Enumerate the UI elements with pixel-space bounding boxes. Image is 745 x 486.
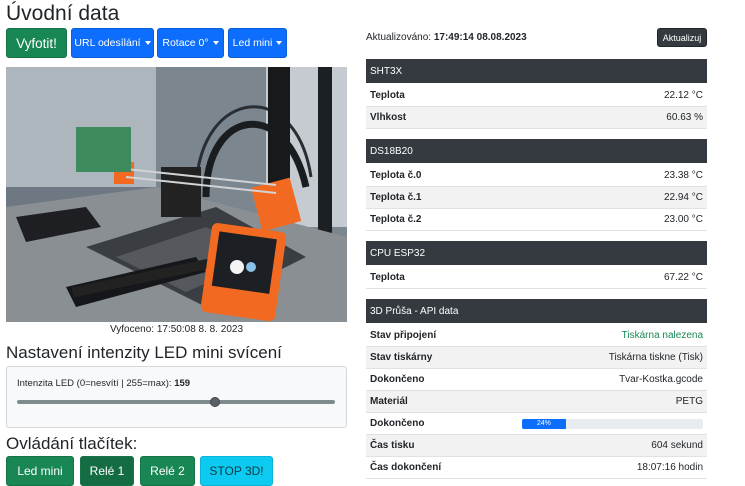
refresh-button[interactable]: Aktualizuj bbox=[657, 28, 707, 47]
printer-status-extra: (Tisk) bbox=[678, 352, 703, 363]
table-row: Teplota 22.12 °C bbox=[366, 85, 707, 107]
file-name: Tvar-Kostka.gcode bbox=[619, 374, 703, 385]
printer-photo bbox=[6, 67, 347, 322]
sensor-value: 22.12 °C bbox=[663, 90, 703, 101]
table-row: Čas tisku 604 sekund bbox=[366, 435, 707, 457]
table-row: Čas dokončení 18:07:16 hodin bbox=[366, 457, 707, 479]
url-send-dropdown[interactable]: URL odesílání bbox=[71, 28, 154, 58]
led-intensity-label: Intenzita LED (0=nesvítí | 255=max): 159 bbox=[17, 378, 190, 389]
print-time: 604 sekund bbox=[651, 440, 703, 451]
sensor-value: 22.94 °C bbox=[663, 192, 703, 203]
table-row: Teplota č.1 22.94 °C bbox=[366, 187, 707, 209]
rotation-label: Rotace 0° bbox=[162, 37, 209, 49]
ds18b20-table-header: DS18B20 bbox=[366, 139, 707, 163]
last-updated-label: Aktualizováno: bbox=[366, 32, 432, 43]
sht3x-table-header: SHT3X bbox=[366, 59, 707, 83]
stop-3d-button[interactable]: STOP 3D! bbox=[200, 456, 273, 486]
printer-status: Tiskárna tiskne (Tisk) bbox=[609, 352, 703, 363]
status-label: Čas tisku bbox=[370, 440, 415, 451]
status-label: Stav tiskárny bbox=[370, 352, 433, 363]
table-row: Vlhkost 60.63 % bbox=[366, 107, 707, 129]
button-controls-heading: Ovládání tlačítek: bbox=[6, 434, 138, 453]
finish-time: 18:07:16 hodin bbox=[636, 462, 703, 473]
led-intensity-slider-thumb[interactable] bbox=[210, 397, 221, 407]
page-title: Úvodní data bbox=[6, 2, 120, 25]
camera-snapshot bbox=[6, 67, 347, 322]
last-updated-value: 17:49:14 08.08.2023 bbox=[433, 32, 527, 43]
relay-2-button[interactable]: Relé 2 bbox=[140, 456, 195, 486]
table-row: Dokončeno 24% bbox=[366, 413, 707, 435]
last-updated: Aktualizováno: 17:49:14 08.08.2023 bbox=[366, 32, 527, 43]
status-label: Čas dokončení bbox=[370, 462, 442, 473]
table-row: Dokončeno Tvar-Kostka.gcode bbox=[366, 369, 707, 391]
snapshot-caption: Vyfoceno: 17:50:08 8. 8. 2023 bbox=[109, 324, 244, 335]
sensor-value: 67.22 °C bbox=[663, 272, 703, 283]
led-mini-dropdown[interactable]: Led mini bbox=[228, 28, 287, 58]
led-intensity-slider[interactable] bbox=[17, 400, 335, 404]
connection-status: Tiskárna nalezena bbox=[621, 330, 703, 341]
table-row: Stav tiskárny Tiskárna tiskne (Tisk) bbox=[366, 347, 707, 369]
material: PETG bbox=[675, 396, 703, 407]
caret-down-icon bbox=[276, 41, 283, 45]
led-intensity-panel: Intenzita LED (0=nesvítí | 255=max): 159 bbox=[6, 366, 347, 428]
status-label: Stav připojení bbox=[370, 330, 437, 341]
print-progress-bar: 24% bbox=[522, 418, 566, 429]
table-row: Teplota č.2 23.00 °C bbox=[366, 209, 707, 231]
sensor-value: 60.63 % bbox=[666, 112, 703, 123]
led-mini-toggle-button[interactable]: Led mini bbox=[6, 456, 74, 486]
led-intensity-value: 159 bbox=[174, 378, 191, 389]
printer-status-text: Tiskárna tiskne bbox=[608, 352, 676, 363]
table-row: Stav připojení Tiskárna nalezena bbox=[366, 325, 707, 347]
rotation-dropdown[interactable]: Rotace 0° bbox=[157, 28, 224, 58]
led-mini-dropdown-label: Led mini bbox=[232, 37, 273, 49]
led-intensity-heading: Nastavení intenzity LED mini svícení bbox=[6, 343, 282, 362]
sensor-label: Teplota č.2 bbox=[370, 214, 422, 225]
url-send-label: URL odesílání bbox=[74, 37, 141, 49]
sensor-label: Vlhkost bbox=[370, 112, 407, 123]
relay-1-button[interactable]: Relé 1 bbox=[80, 456, 134, 486]
table-row: Teplota 67.22 °C bbox=[366, 267, 707, 289]
cpu-table-header: CPU ESP32 bbox=[366, 241, 707, 265]
led-intensity-text: Intenzita LED (0=nesvítí | 255=max): bbox=[17, 378, 172, 389]
print-progress: 24% bbox=[522, 418, 703, 429]
sensor-value: 23.38 °C bbox=[663, 170, 703, 181]
status-label: Dokončeno bbox=[370, 374, 425, 385]
sensor-label: Teplota č.1 bbox=[370, 192, 422, 203]
table-row: Materiál PETG bbox=[366, 391, 707, 413]
caret-down-icon bbox=[144, 41, 151, 45]
status-label: Dokončeno bbox=[370, 418, 425, 429]
table-row: Teplota č.0 23.38 °C bbox=[366, 165, 707, 187]
prusa-table-header: 3D Průša - API data bbox=[366, 299, 707, 323]
capture-photo-button[interactable]: Vyfotit! bbox=[6, 28, 67, 58]
sensor-value: 23.00 °C bbox=[663, 214, 703, 225]
caret-down-icon bbox=[212, 41, 219, 45]
status-label: Materiál bbox=[370, 396, 408, 407]
sensor-label: Teplota bbox=[370, 272, 405, 283]
sensor-label: Teplota č.0 bbox=[370, 170, 422, 181]
sensor-label: Teplota bbox=[370, 90, 405, 101]
